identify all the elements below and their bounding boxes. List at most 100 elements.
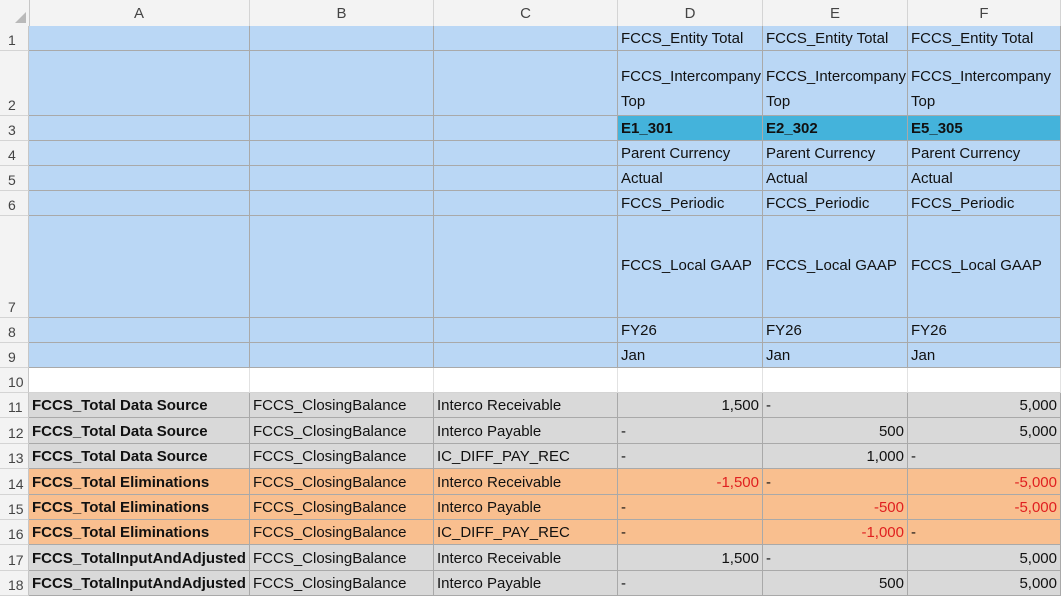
cell-b[interactable] xyxy=(250,166,434,191)
cell-e[interactable]: - xyxy=(763,393,908,419)
cell-e[interactable]: FY26 xyxy=(763,318,908,343)
row-header[interactable]: 9 xyxy=(0,343,29,368)
cell-c[interactable] xyxy=(434,368,618,393)
cell-d[interactable]: FY26 xyxy=(618,318,763,343)
cell-c[interactable]: Interco Receivable xyxy=(434,469,618,495)
cell-a[interactable]: FCCS_Total Data Source xyxy=(29,443,250,470)
cell-f[interactable] xyxy=(908,368,1061,393)
row-header[interactable]: 6 xyxy=(0,191,29,216)
cell-b[interactable] xyxy=(250,141,434,166)
cell-d[interactable]: - xyxy=(618,494,763,520)
cell-f[interactable]: FCCS_Local GAAP xyxy=(908,216,1061,318)
cell-c[interactable] xyxy=(434,216,618,318)
row-header[interactable]: 13 xyxy=(0,443,29,470)
cell-b[interactable] xyxy=(250,318,434,343)
cell-d[interactable]: FCCS_Local GAAP xyxy=(618,216,763,318)
row-header[interactable]: 2 xyxy=(0,51,29,116)
column-header-a[interactable]: A xyxy=(29,0,250,26)
cell-d[interactable]: 1,500 xyxy=(618,545,763,571)
row-header[interactable]: 5 xyxy=(0,166,29,191)
cell-f[interactable]: Jan xyxy=(908,343,1061,368)
row-header[interactable]: 15 xyxy=(0,494,29,520)
cell-a[interactable]: FCCS_Total Data Source xyxy=(29,418,250,444)
cell-a[interactable] xyxy=(29,191,250,216)
row-header[interactable]: 17 xyxy=(0,545,29,571)
cell-e[interactable]: -500 xyxy=(763,494,908,520)
cell-e[interactable]: - xyxy=(763,545,908,571)
cell-d[interactable]: Parent Currency xyxy=(618,141,763,166)
cell-b[interactable] xyxy=(250,116,434,141)
column-header-c[interactable]: C xyxy=(434,0,618,26)
cell-a[interactable]: FCCS_TotalInputAndAdjusted xyxy=(29,570,250,597)
cell-c[interactable]: IC_DIFF_PAY_REC xyxy=(434,443,618,470)
row-header[interactable]: 18 xyxy=(0,570,29,597)
cell-f[interactable]: -5,000 xyxy=(908,469,1061,495)
cell-e[interactable]: FCCS_Local GAAP xyxy=(763,216,908,318)
cell-c[interactable]: Interco Payable xyxy=(434,418,618,444)
cell-f[interactable]: E5_305 xyxy=(908,116,1061,141)
cell-d[interactable]: E1_301 xyxy=(618,116,763,141)
cell-c[interactable] xyxy=(434,343,618,368)
cell-b[interactable]: FCCS_ClosingBalance xyxy=(250,494,434,520)
row-header[interactable]: 10 xyxy=(0,368,29,393)
cell-d[interactable]: Actual xyxy=(618,166,763,191)
cell-d[interactable] xyxy=(618,368,763,393)
cell-b[interactable]: FCCS_ClosingBalance xyxy=(250,443,434,470)
cell-a[interactable] xyxy=(29,318,250,343)
cell-a[interactable] xyxy=(29,368,250,393)
cell-b[interactable] xyxy=(250,191,434,216)
cell-c[interactable] xyxy=(434,116,618,141)
cell-a[interactable]: FCCS_TotalInputAndAdjusted xyxy=(29,545,250,571)
column-header-d[interactable]: D xyxy=(618,0,763,26)
cell-a[interactable] xyxy=(29,216,250,318)
cell-a[interactable] xyxy=(29,141,250,166)
cell-e[interactable]: FCCS_Intercompany Top xyxy=(763,51,908,116)
cell-a[interactable]: FCCS_Total Eliminations xyxy=(29,520,250,546)
cell-c[interactable] xyxy=(434,318,618,343)
cell-f[interactable]: - xyxy=(908,520,1061,546)
row-header[interactable]: 7 xyxy=(0,216,29,318)
cell-f[interactable]: FCCS_Intercompany Top xyxy=(908,51,1061,116)
row-header[interactable]: 11 xyxy=(0,393,29,419)
cell-e[interactable]: E2_302 xyxy=(763,116,908,141)
cell-e[interactable]: 500 xyxy=(763,570,908,597)
row-header[interactable]: 1 xyxy=(0,26,29,51)
cell-c[interactable]: Interco Payable xyxy=(434,494,618,520)
cell-b[interactable]: FCCS_ClosingBalance xyxy=(250,393,434,419)
cell-d[interactable]: 1,500 xyxy=(618,393,763,419)
cell-f[interactable]: FY26 xyxy=(908,318,1061,343)
cell-f[interactable]: 5,000 xyxy=(908,418,1061,444)
column-header-f[interactable]: F xyxy=(908,0,1061,26)
cell-e[interactable]: Jan xyxy=(763,343,908,368)
cell-d[interactable]: Jan xyxy=(618,343,763,368)
cell-a[interactable]: FCCS_Total Data Source xyxy=(29,393,250,419)
cell-f[interactable]: 5,000 xyxy=(908,393,1061,419)
cell-e[interactable]: - xyxy=(763,469,908,495)
cell-b[interactable]: FCCS_ClosingBalance xyxy=(250,418,434,444)
row-header[interactable]: 16 xyxy=(0,520,29,546)
cell-d[interactable]: - xyxy=(618,418,763,444)
cell-a[interactable]: FCCS_Total Eliminations xyxy=(29,469,250,495)
cell-b[interactable] xyxy=(250,343,434,368)
cell-e[interactable]: Actual xyxy=(763,166,908,191)
row-header[interactable]: 4 xyxy=(0,141,29,166)
cell-e[interactable]: -1,000 xyxy=(763,520,908,546)
cell-d[interactable]: FCCS_Periodic xyxy=(618,191,763,216)
cell-f[interactable]: FCCS_Entity Total xyxy=(908,26,1061,51)
cell-e[interactable]: FCCS_Periodic xyxy=(763,191,908,216)
cell-b[interactable]: FCCS_ClosingBalance xyxy=(250,545,434,571)
cell-f[interactable]: 5,000 xyxy=(908,570,1061,597)
cell-b[interactable]: FCCS_ClosingBalance xyxy=(250,570,434,597)
cell-c[interactable] xyxy=(434,26,618,51)
cell-f[interactable]: 5,000 xyxy=(908,545,1061,571)
cell-b[interactable]: FCCS_ClosingBalance xyxy=(250,520,434,546)
cell-c[interactable]: Interco Payable xyxy=(434,570,618,597)
cell-a[interactable] xyxy=(29,166,250,191)
cell-f[interactable]: Actual xyxy=(908,166,1061,191)
cell-d[interactable]: FCCS_Intercompany Top xyxy=(618,51,763,116)
cell-a[interactable] xyxy=(29,116,250,141)
cell-a[interactable] xyxy=(29,26,250,51)
cell-b[interactable] xyxy=(250,216,434,318)
row-header[interactable]: 12 xyxy=(0,418,29,444)
cell-e[interactable]: Parent Currency xyxy=(763,141,908,166)
